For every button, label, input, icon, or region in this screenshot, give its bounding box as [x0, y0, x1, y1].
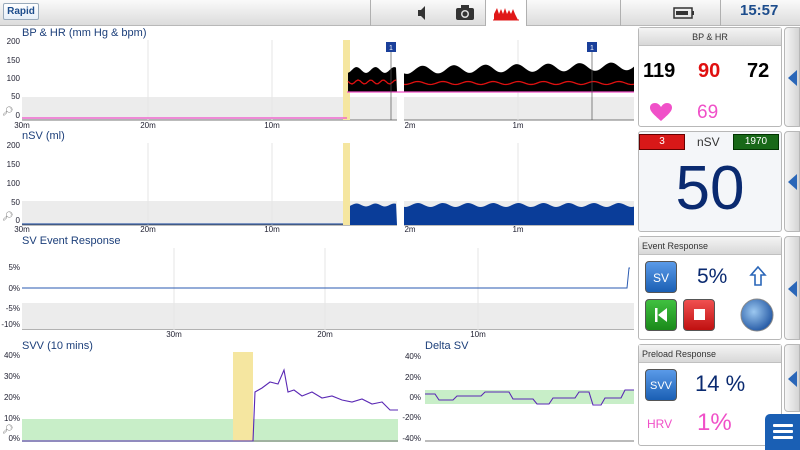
nsv-value: 50: [675, 154, 745, 223]
arrow-up-icon: [749, 265, 767, 292]
sv-event-title: SV Event Response: [22, 235, 121, 247]
start-event-button[interactable]: [645, 299, 677, 331]
x-tick: 2m: [404, 225, 416, 234]
svv-button[interactable]: SVV: [645, 369, 677, 401]
clock: 15:57: [740, 2, 779, 19]
menu-button[interactable]: [765, 414, 800, 450]
event-progress-icon: [739, 297, 775, 338]
skip-back-icon: [655, 308, 667, 322]
x-tick: 20m: [317, 330, 333, 339]
side-tab-preload[interactable]: [784, 344, 800, 412]
y-tick: 20%: [3, 393, 20, 402]
y-tick: -5%: [5, 304, 20, 313]
x-tick: 10m: [470, 330, 486, 339]
sv-event-button[interactable]: SV: [645, 261, 677, 293]
y-tick: -10%: [1, 320, 20, 329]
heart-rate-value: 69: [697, 102, 719, 123]
event-marker-label: 1: [590, 45, 594, 52]
event-response-header: Event Response: [639, 237, 781, 255]
toolbar-separator: [720, 0, 721, 26]
x-tick: 30m: [14, 225, 30, 234]
zoom-icon[interactable]: 🔎︎: [2, 424, 13, 435]
nsv-plot: [22, 143, 634, 226]
bp-hr-panel-header: BP & HR: [639, 28, 781, 46]
battery-icon: [672, 0, 696, 26]
bp-hr-plot: 1 1: [22, 40, 634, 121]
bp-hr-panel[interactable]: BP & HR 119 90 72 69: [638, 27, 782, 127]
y-tick: 100: [6, 179, 20, 188]
nsv-title: nSV (ml): [22, 130, 65, 142]
nsv-low-alarm[interactable]: 3: [639, 134, 685, 150]
side-tab-event[interactable]: [784, 236, 800, 340]
x-tick: 1m: [512, 225, 524, 234]
side-tab-bp-hr[interactable]: [784, 27, 800, 127]
x-tick: 10m: [264, 121, 280, 130]
diastolic-value: 90: [698, 60, 721, 82]
nsv-label: nSV: [697, 135, 720, 149]
svv-plot: [22, 352, 398, 442]
y-tick: 30%: [3, 372, 20, 381]
y-tick: 150: [6, 56, 20, 65]
y-tick: 10%: [3, 414, 20, 423]
x-tick: 30m: [166, 330, 182, 339]
top-bar: Rapid 15:57: [0, 0, 800, 26]
sv-event-plot: [22, 248, 634, 330]
y-tick: -40%: [402, 434, 421, 443]
stop-icon: [694, 309, 705, 320]
zoom-icon[interactable]: 🔎︎: [2, 106, 13, 117]
event-response-panel[interactable]: Event Response SV 5%: [638, 236, 782, 340]
y-tick: 150: [6, 160, 20, 169]
nsv-panel[interactable]: 3 nSV 1970 50: [638, 131, 782, 232]
svv-value: 14 %: [695, 371, 746, 396]
y-tick: 50: [11, 92, 20, 101]
y-tick: 0%: [8, 434, 20, 443]
x-tick: 1m: [512, 121, 524, 130]
bp-hr-title: BP & HR (mm Hg & bpm): [22, 27, 147, 39]
map-value: 72: [747, 60, 770, 82]
x-tick: 30m: [14, 121, 30, 130]
y-tick: 50: [11, 198, 20, 207]
y-tick: 0%: [8, 284, 20, 293]
x-tick: 20m: [140, 225, 156, 234]
chevron-left-icon: [788, 174, 797, 190]
zoom-icon[interactable]: 🔎︎: [2, 211, 13, 222]
y-tick: 0%: [409, 393, 421, 402]
sv-event-value: 5%: [697, 265, 728, 288]
y-tick: -20%: [402, 413, 421, 422]
camera-icon[interactable]: [450, 0, 480, 26]
chevron-left-icon: [788, 70, 797, 86]
chevron-left-icon: [788, 281, 797, 297]
toolbar-separator: [370, 0, 371, 26]
y-tick: 5%: [8, 263, 20, 272]
svv-title: SVV (10 mins): [22, 340, 93, 352]
heart-icon: [649, 102, 673, 127]
x-tick: 20m: [140, 121, 156, 130]
speaker-icon[interactable]: [410, 0, 436, 26]
stop-event-button[interactable]: [683, 299, 715, 331]
event-marker-label: 1: [389, 45, 393, 52]
y-tick: 40%: [3, 351, 20, 360]
nsv-high-alarm[interactable]: 1970: [733, 134, 779, 150]
hrv-value: 1%: [697, 409, 732, 436]
tab-trends[interactable]: [485, 0, 527, 26]
delta-sv-plot: [425, 389, 634, 442]
toolbar-separator: [620, 0, 621, 26]
side-tab-nsv[interactable]: [784, 131, 800, 232]
preload-response-header: Preload Response: [639, 345, 781, 363]
waveform-icon: [493, 8, 519, 21]
systolic-value: 119: [643, 60, 676, 82]
menu-icon: [773, 424, 793, 427]
delta-sv-title: Delta SV: [425, 340, 469, 352]
y-tick: 20%: [404, 373, 421, 382]
preload-response-panel[interactable]: Preload Response SVV 14 % HRV 1%: [638, 344, 782, 446]
chevron-left-icon: [788, 371, 797, 387]
hrv-label: HRV: [647, 417, 673, 431]
y-tick: 100: [6, 74, 20, 83]
y-tick: 40%: [404, 352, 421, 361]
y-tick: 200: [6, 141, 20, 150]
x-tick: 2m: [404, 121, 416, 130]
brand-label: Rapid: [3, 3, 39, 20]
x-tick: 10m: [264, 225, 280, 234]
y-tick: 200: [6, 37, 20, 46]
